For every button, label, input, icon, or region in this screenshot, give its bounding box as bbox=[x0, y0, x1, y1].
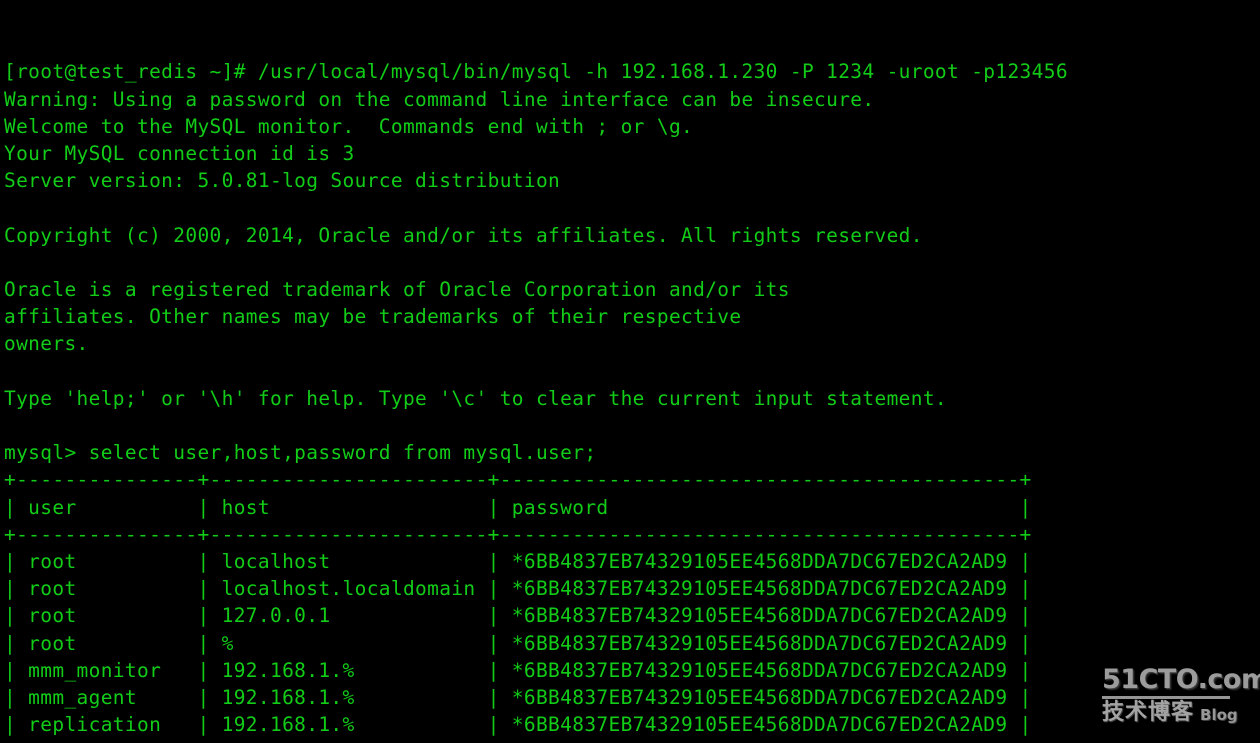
terminal-line: Type 'help;' or '\h' for help. Type '\c'… bbox=[4, 386, 948, 410]
terminal-screen[interactable]: [root@test_redis ~]# /usr/local/mysql/bi… bbox=[0, 0, 1260, 743]
terminal-line: Server version: 5.0.81-log Source distri… bbox=[4, 169, 561, 193]
terminal-line: Oracle is a registered trademark of Orac… bbox=[4, 278, 790, 302]
terminal-line: +---------------+-----------------------… bbox=[4, 522, 1032, 546]
terminal-line: | root | % | *6BB4837EB74329105EE4568DDA… bbox=[4, 631, 1032, 655]
terminal-line: | mmm_agent | 192.168.1.% | *6BB4837EB74… bbox=[4, 686, 1032, 710]
terminal-line: mysql> select user,host,password from my… bbox=[4, 441, 597, 465]
terminal-line: | mmm_monitor | 192.168.1.% | *6BB4837EB… bbox=[4, 658, 1032, 682]
terminal-line: affiliates. Other names may be trademark… bbox=[4, 305, 742, 329]
terminal-line: Welcome to the MySQL monitor. Commands e… bbox=[4, 114, 694, 138]
terminal-line: +---------------+-----------------------… bbox=[4, 738, 1260, 743]
terminal-line: | root | localhost | *6BB4837EB74329105E… bbox=[4, 550, 1032, 574]
terminal-output: [root@test_redis ~]# /usr/local/mysql/bi… bbox=[4, 58, 1260, 743]
terminal-line: Warning: Using a password on the command… bbox=[4, 87, 875, 111]
terminal-line: | root | 127.0.0.1 | *6BB4837EB74329105E… bbox=[4, 604, 1032, 628]
terminal-line: +---------------+-----------------------… bbox=[4, 468, 1032, 492]
terminal-line: Copyright (c) 2000, 2014, Oracle and/or … bbox=[4, 223, 923, 247]
terminal-line: [root@test_redis ~]# /usr/local/mysql/bi… bbox=[4, 60, 1068, 84]
terminal-line: | root | localhost.localdomain | *6BB483… bbox=[4, 577, 1032, 601]
terminal-line: | user | host | password | bbox=[4, 495, 1032, 519]
terminal-line: owners. bbox=[4, 332, 89, 356]
terminal-line: | replication | 192.168.1.% | *6BB4837EB… bbox=[4, 713, 1032, 737]
terminal-line: Your MySQL connection id is 3 bbox=[4, 142, 355, 166]
